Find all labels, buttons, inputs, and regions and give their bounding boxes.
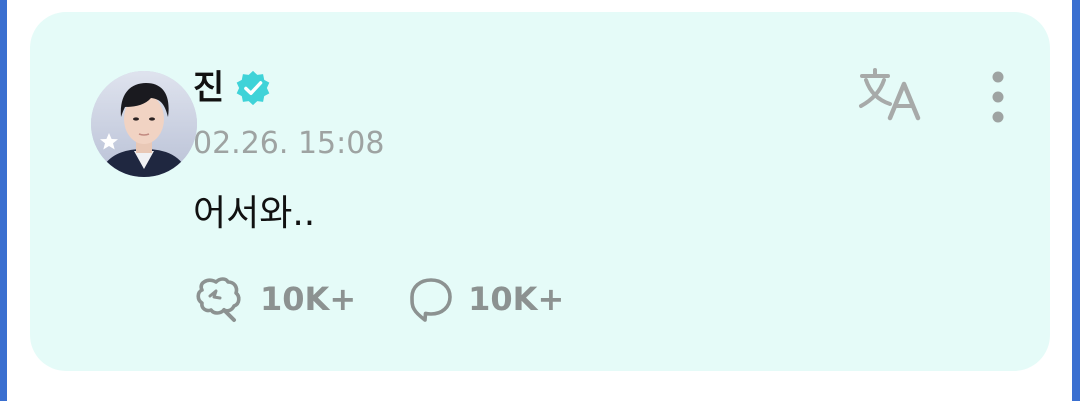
- post-stats: 10K+ 10K+: [194, 272, 564, 326]
- reaction-count: 10K+: [260, 280, 357, 318]
- post-card[interactable]: 진 02.26. 15:08 어서와.. 10K+ 10K+: [30, 12, 1050, 371]
- comment-icon: [410, 278, 452, 322]
- reaction-button[interactable]: 10K+: [194, 274, 356, 324]
- screen-edge-left: [0, 0, 7, 401]
- translate-icon: [859, 68, 921, 121]
- translate-button[interactable]: [858, 66, 922, 122]
- post-body: 어서와..: [193, 193, 316, 234]
- more-options-button[interactable]: [980, 68, 1016, 126]
- reaction-icon: [196, 277, 241, 322]
- screen-edge-right: [1072, 0, 1080, 401]
- avatar[interactable]: [91, 71, 197, 177]
- verified-badge-icon: [236, 70, 270, 106]
- post-timestamp: 02.26. 15:08: [193, 126, 385, 161]
- more-vertical-icon: [992, 71, 1004, 123]
- comment-button[interactable]: 10K+: [408, 276, 564, 322]
- author-name[interactable]: 진: [193, 66, 224, 110]
- post-author: 진: [193, 66, 272, 110]
- comment-count: 10K+: [468, 280, 565, 318]
